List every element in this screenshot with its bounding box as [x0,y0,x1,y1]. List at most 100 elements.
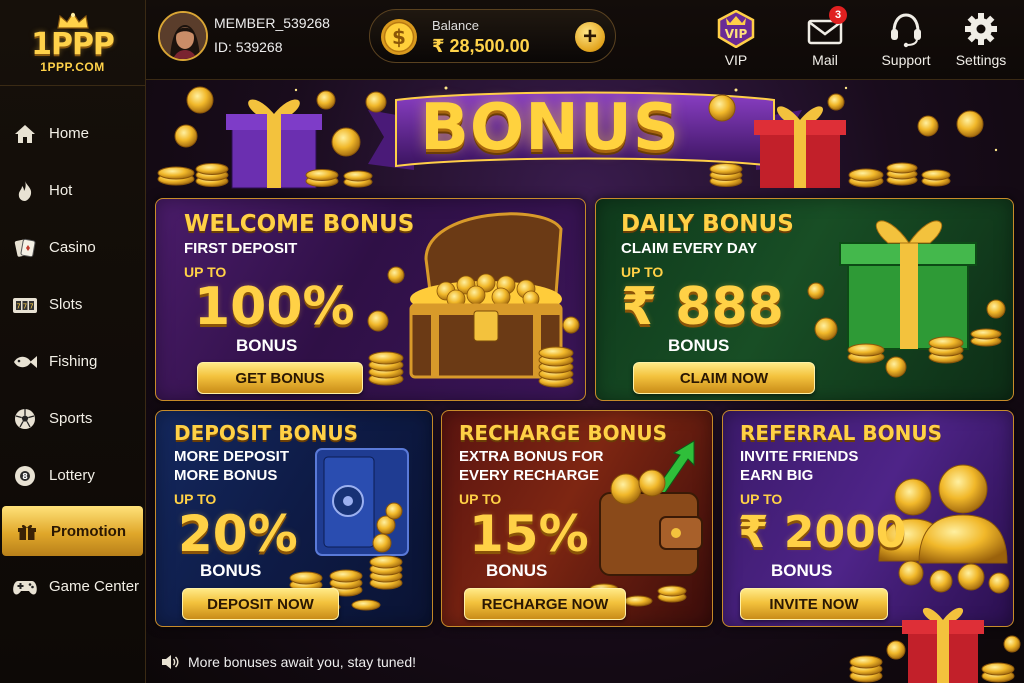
card-title: RECHARGE BONUS [459,421,668,445]
gift-icon [14,518,40,544]
sidebar: 1PPP 1PPP.COM Home Hot Casino 777 Slots [0,0,146,683]
rupee-coin-icon: $ [381,19,417,55]
deposit-now-button[interactable]: DEPOSIT NOW [182,588,339,620]
svg-text:$: $ [392,25,406,49]
recharge-bonus-card[interactable]: RECHARGE BONUS EXTRA BONUS FOR EVERY REC… [441,410,713,627]
gamepad-icon [12,574,38,600]
balance-widget: $ Balance ₹ 28,500.00 + [369,9,616,63]
card-bonus-label: BONUS [236,336,298,355]
logo-subtext: 1PPP.COM [40,59,105,74]
card-title: WELCOME BONUS [184,211,415,237]
card-value: ₹ 2000 [738,507,907,558]
lottery-ball-icon: 8 [12,463,38,489]
balance-value: ₹ 28,500.00 [432,36,530,56]
welcome-bonus-card[interactable]: WELCOME BONUS FIRST DEPOSIT UP TO 100% B… [155,198,586,401]
svg-text:8: 8 [22,472,28,481]
sidebar-item-home[interactable]: Home [0,105,145,162]
vip-badge-icon: VIP [716,9,756,49]
bonus-banner: BONUS [146,80,1024,195]
card-subtitle-1: MORE DEPOSIT [174,448,290,465]
vip-button[interactable]: VIP VIP [696,9,776,74]
card-subtitle-2: EVERY RECHARGE [459,467,600,484]
svg-text:7: 7 [23,302,27,310]
home-icon [12,121,38,147]
gear-icon [961,10,1001,48]
sidebar-item-label: Sports [49,410,93,427]
brand-logo[interactable]: 1PPP 1PPP.COM [0,0,145,86]
sidebar-item-slots[interactable]: 777 Slots [0,276,145,333]
recharge-now-button[interactable]: RECHARGE NOW [464,588,626,620]
card-subtitle: CLAIM EVERY DAY [621,240,758,257]
settings-label: Settings [955,52,1007,68]
sidebar-item-label: Casino [49,239,96,256]
support-button[interactable]: Support [866,10,946,74]
headset-icon [886,10,926,48]
card-value: ₹ 888 [621,277,784,337]
sidebar-item-label: Fishing [49,353,98,370]
support-label: Support [881,52,931,68]
svg-text:7: 7 [16,302,20,310]
card-subtitle-2: EARN BIG [740,467,814,484]
soccer-ball-icon [12,406,38,432]
avatar[interactable] [158,11,208,61]
sidebar-item-label: Game Center [49,578,140,595]
member-name: MEMBER_539268 [214,15,330,31]
card-title: REFERRAL BONUS [740,421,943,445]
card-value: 15% [469,505,589,563]
card-subtitle-1: INVITE FRIENDS [740,448,859,465]
sidebar-item-promotion[interactable]: Promotion [2,506,143,556]
sidebar-nav: Home Hot Casino 777 Slots Fishing Sports… [0,105,145,615]
slot-machine-icon: 777 [12,292,38,318]
speaker-icon [162,655,179,669]
sidebar-item-hot[interactable]: Hot [0,162,145,219]
card-title: DEPOSIT BONUS [174,421,359,445]
card-bonus-label: BONUS [668,336,730,355]
sidebar-item-fishing[interactable]: Fishing [0,333,145,390]
claim-now-button[interactable]: CLAIM NOW [633,362,815,394]
card-subtitle-1: EXTRA BONUS FOR [459,448,604,465]
gift-box-icon [807,220,1006,378]
get-bonus-button[interactable]: GET BONUS [197,362,363,394]
sidebar-item-sports[interactable]: Sports [0,390,145,447]
mail-button[interactable]: 3 Mail [785,6,865,74]
deposit-bonus-card[interactable]: DEPOSIT BONUS MORE DEPOSIT MORE BONUS UP… [155,410,433,627]
top-bar: MEMBER_539268 ID: 539268 $ Balance ₹ 28,… [146,0,1024,80]
sidebar-item-label: Lottery [49,467,95,484]
logo-text: 1PPP [31,26,115,62]
mail-icon: 3 [805,6,847,48]
referral-bonus-card[interactable]: REFERRAL BONUS INVITE FRIENDS EARN BIG U… [722,410,1014,627]
cards-icon [12,235,38,261]
notice-text: More bonuses await you, stay tuned! [188,654,417,670]
flame-icon [12,178,38,204]
card-title: DAILY BONUS [621,211,794,237]
card-bonus-label: BONUS [486,561,548,580]
settings-button[interactable]: Settings [941,10,1021,74]
mail-unread-badge: 3 [829,6,847,24]
sidebar-item-lottery[interactable]: 8 Lottery [0,447,145,504]
main-content: BONUS WELCOME BONUS FIRST DEPOSIT UP TO … [146,80,1024,683]
fish-icon [12,349,38,375]
svg-text:7: 7 [29,302,33,310]
daily-bonus-card[interactable]: DAILY BONUS CLAIM EVERY DAY UP TO ₹ 888 … [595,198,1014,401]
card-subtitle-2: MORE BONUS [174,467,278,484]
gift-pile-icon [849,607,1021,683]
card-value: 100% [194,277,355,337]
sidebar-item-label: Slots [49,296,83,313]
member-id: ID: 539268 [214,39,283,55]
card-upto: UP TO [740,491,783,507]
footer-notice: More bonuses await you, stay tuned! [160,650,416,674]
card-subtitle: FIRST DEPOSIT [184,240,298,257]
card-value: 20% [178,505,298,563]
sidebar-item-casino[interactable]: Casino [0,219,145,276]
card-bonus-label: BONUS [200,561,262,580]
sidebar-item-game-center[interactable]: Game Center [0,558,145,615]
card-bonus-label: BONUS [771,561,833,580]
sidebar-item-label: Home [49,125,90,142]
vip-label: VIP [724,52,748,68]
banner-title: BONUS [420,91,680,165]
mail-label: Mail [812,52,838,68]
svg-text:VIP: VIP [725,27,748,41]
sidebar-item-label: Hot [49,182,73,199]
add-funds-button[interactable]: + [575,22,605,52]
balance-label: Balance [432,18,479,33]
